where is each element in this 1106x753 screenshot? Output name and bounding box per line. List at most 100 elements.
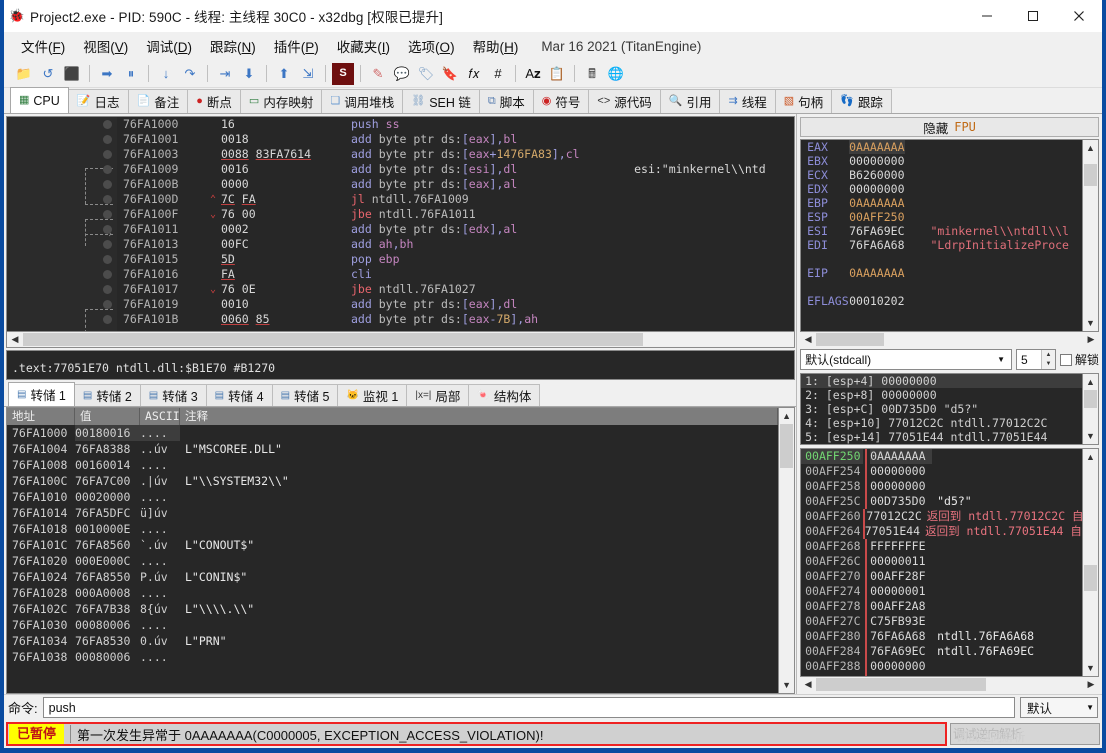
register-row-EFLAGS[interactable]: EFLAGS 00010202 [801, 294, 1082, 308]
scroll-up-icon[interactable]: ▲ [1083, 449, 1098, 465]
register-value[interactable]: 0AAAAAAA [849, 140, 905, 154]
dump-row[interactable]: 76FA1000 00180016.... [7, 425, 778, 441]
stack-row[interactable]: 00AFF254 00000000 [801, 464, 1082, 479]
disassembly-row[interactable]: 76FA1016 FA cli [117, 267, 794, 282]
arguments-vscroll-track[interactable] [1083, 390, 1098, 428]
function-icon[interactable]: 𝑓𝑥 [463, 63, 485, 85]
calculator-icon[interactable]: 🖩 [581, 63, 603, 85]
registers-hscroll-thumb[interactable] [816, 333, 885, 346]
stepper-buttons[interactable]: ▲ ▼ [1040, 350, 1055, 369]
stack-row[interactable]: 00AFF278 00AFF2A8 [801, 599, 1082, 614]
menu-item-2[interactable]: 调试(D) [137, 33, 201, 59]
unlock-checkbox[interactable]: 解锁 [1059, 351, 1099, 368]
register-row-EAX[interactable]: EAX 0AAAAAAA [801, 140, 1082, 154]
argument-row[interactable]: 1: [esp+4] 00000000 [801, 374, 1082, 388]
argument-count-stepper[interactable]: 5 ▲ ▼ [1015, 349, 1056, 370]
register-value[interactable]: B6260000 [849, 168, 904, 182]
stack-row[interactable]: 00AFF258 00000000 [801, 479, 1082, 494]
registers-view[interactable]: EAX 0AAAAAAA EBX 00000000 ECX B6260000 EDX 0000… [801, 140, 1082, 331]
menu-item-7[interactable]: 帮助(H) [464, 33, 528, 59]
dump-row[interactable]: 76FA1024 76FA8550 P.úv L"CONIN$" [7, 569, 778, 585]
stack-row[interactable]: 00AFF268 FFFFFFFE [801, 539, 1082, 554]
dump-row[interactable]: 76FA102C 76FA7B38 8{úv L"\\\\.\\" [7, 601, 778, 617]
step-over-icon[interactable]: ↷ [179, 63, 201, 85]
register-value[interactable]: 00000000 [849, 154, 904, 168]
stack-hscroll-track[interactable] [816, 677, 1083, 692]
stack-row[interactable]: 00AFF284 76FA69EC ntdll.76FA69EC [801, 644, 1082, 659]
breakpoint-toggle-icon[interactable] [103, 315, 112, 324]
dump-vscrollbar[interactable]: ▲ ▼ [778, 408, 795, 693]
disassembly-row[interactable]: 76FA1003 0088 83FA7614 add byte ptr ds:[ea… [117, 147, 794, 162]
register-value[interactable]: 00010202 [849, 294, 904, 308]
disassembly-row[interactable]: 76FA1017 ⌄ 76 0E jbe ntdll.76FA1027 [117, 282, 794, 297]
dump-column-header[interactable]: 值 [75, 408, 140, 425]
close-button[interactable] [1056, 0, 1102, 32]
bookmark-icon[interactable]: 🔖 [439, 63, 461, 85]
minimize-button[interactable] [964, 0, 1010, 32]
restart-icon[interactable]: ↺ [37, 63, 59, 85]
disassembly-row[interactable]: 76FA1000 16 push ss [117, 117, 794, 132]
step-into-icon[interactable]: ↓ [155, 63, 177, 85]
stack-row[interactable]: 00AFF260 77012C2C 返回到 ntdll.77012C2C 自 ??? [801, 509, 1082, 524]
globe-icon[interactable]: 🌐 [605, 63, 627, 85]
run-icon[interactable]: ➡ [96, 63, 118, 85]
stepper-down-icon[interactable]: ▼ [1041, 359, 1055, 369]
dump-tab-监视-1[interactable]: 🐱 监视 1 [337, 384, 408, 406]
register-row-ECX[interactable]: ECX B6260000 [801, 168, 1082, 182]
breakpoint-toggle-icon[interactable] [103, 165, 112, 174]
hscroll-track[interactable] [23, 332, 795, 347]
scroll-up-icon[interactable]: ▲ [779, 408, 794, 424]
stack-row[interactable]: 00AFF288 00000000 [801, 659, 1082, 674]
register-row-EDI[interactable]: EDI 76FA6A68 "LdrpInitializeProce [801, 238, 1082, 252]
register-row-EBX[interactable]: EBX 00000000 [801, 154, 1082, 168]
tab-内存映射[interactable]: ▭ 内存映射 [239, 89, 323, 113]
step-into-arrow-icon[interactable]: ⇥ [214, 63, 236, 85]
dump-row[interactable]: 76FA1010 00020000.... [7, 489, 778, 505]
menu-item-6[interactable]: 选项(O) [399, 33, 464, 59]
tab-断点[interactable]: ● 断点 [187, 89, 241, 113]
dump-row[interactable]: 76FA1008 00160014.... [7, 457, 778, 473]
stepper-up-icon[interactable]: ▲ [1041, 350, 1055, 360]
registers-vscrollbar[interactable]: ▲ ▼ [1082, 140, 1098, 331]
dump-tab-局部[interactable]: |x=| 局部 [406, 384, 470, 406]
register-value[interactable]: 0AAAAAAA [849, 196, 904, 210]
tab-CPU[interactable]: ▦ CPU [10, 87, 69, 113]
dump-row[interactable]: 76FA101C 76FA8560 `.úv L"CONOUT$" [7, 537, 778, 553]
register-row-ESP[interactable]: ESP 00AFF250 [801, 210, 1082, 224]
register-value[interactable]: 76FA6A68 [849, 238, 904, 252]
tab-跟踪[interactable]: 👣 跟踪 [831, 89, 892, 113]
breakpoint-toggle-icon[interactable] [103, 135, 112, 144]
dump-vscroll-thumb[interactable] [780, 424, 794, 468]
dump-column-header[interactable]: 地址 [7, 408, 75, 425]
disassembly-row[interactable]: 76FA1013 00FC add ah,bh [117, 237, 794, 252]
argument-row[interactable]: 3: [esp+C] 00D735D0 "d5?" [801, 402, 1082, 416]
step-down-icon[interactable]: ⬇ [238, 63, 260, 85]
dump-row[interactable]: 76FA1028 000A0008.... [7, 585, 778, 601]
menu-item-3[interactable]: 跟踪(N) [201, 33, 265, 59]
scylla-icon[interactable]: S [332, 62, 354, 85]
label-icon[interactable]: 🏷 [415, 63, 437, 85]
dump-tab-结构体[interactable]: 🍬 结构体 [468, 384, 541, 406]
disassembly-view[interactable]: › › ⌄ 76FA1000 16 push ss 76FA1001 0018 add b… [7, 117, 795, 331]
menu-item-0[interactable]: 文件(F) [12, 33, 74, 59]
info-panel[interactable]: .text:77051E70 ntdll.dll:$B1E70 #B1270 [6, 350, 796, 380]
stack-row[interactable]: 00AFF270 00AFF28F [801, 569, 1082, 584]
register-row-EDX[interactable]: EDX 00000000 [801, 182, 1082, 196]
scroll-right-icon[interactable]: ▶ [1083, 332, 1099, 347]
menu-item-4[interactable]: 插件(P) [265, 33, 328, 59]
stack-vscroll-thumb[interactable] [1084, 565, 1097, 591]
maximize-button[interactable] [1010, 0, 1056, 32]
disassembly-row[interactable]: 76FA101B 0060 85 add byte ptr ds:[eax-7B],… [117, 312, 794, 327]
disassembly-hscrollbar[interactable]: ◀ [7, 331, 795, 347]
argument-row[interactable]: 2: [esp+8] 00000000 [801, 388, 1082, 402]
argument-row[interactable]: 4: [esp+10] 77012C2C ntdll.77012C2C [801, 416, 1082, 430]
stack-row[interactable]: 00AFF250 0AAAAAAA [801, 449, 1082, 464]
registers-vscroll-track[interactable] [1083, 156, 1098, 315]
scroll-down-icon[interactable]: ▼ [1083, 428, 1098, 444]
stack-row[interactable]: 00AFF274 00000001 [801, 584, 1082, 599]
breakpoint-toggle-icon[interactable] [103, 255, 112, 264]
open-icon[interactable]: 📁 [13, 63, 35, 85]
dump-vscroll-track[interactable] [779, 424, 795, 677]
tab-SEH-链[interactable]: ⛓ SEH 链 [402, 89, 480, 113]
scroll-left-icon[interactable]: ◀ [7, 332, 23, 347]
